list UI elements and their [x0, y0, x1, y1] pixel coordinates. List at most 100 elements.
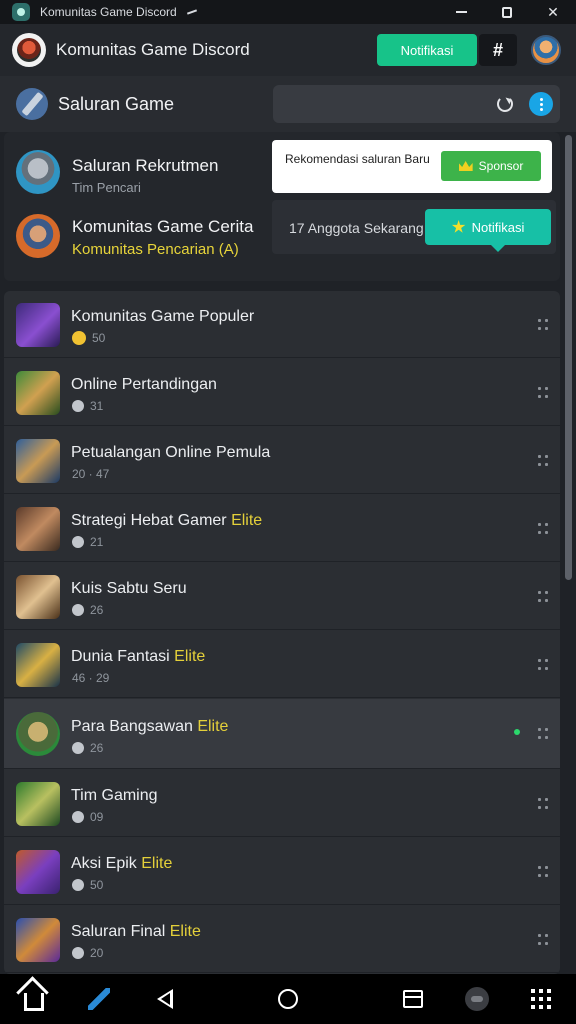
channel-meta: 21: [72, 535, 103, 549]
channel-list: Komunitas Game Populer 50 Online Pertand…: [4, 291, 560, 974]
list-item[interactable]: Aksi Epik Elite 50: [4, 838, 560, 905]
shield-icon: [72, 536, 84, 548]
home-icon: [24, 993, 44, 1011]
user-avatar[interactable]: [531, 35, 561, 65]
featured-item[interactable]: Saluran Rekrutmen Tim Pencari: [4, 138, 304, 202]
channel-name: Kuis Sabtu Seru: [71, 580, 187, 597]
sponsor-label: Sponsor: [478, 159, 524, 173]
channel-thumbnail: [16, 643, 60, 687]
featured-item-name: Komunitas Game Cerita: [72, 217, 254, 236]
channel-meta: 50: [72, 331, 105, 345]
gamepad-button[interactable]: [462, 984, 492, 1014]
drag-handle-icon[interactable]: [538, 659, 550, 671]
server-logo[interactable]: [12, 33, 46, 67]
list-item[interactable]: Online Pertandingan 31: [4, 359, 560, 426]
sponsor-button[interactable]: Sponsor: [441, 151, 541, 181]
server-name: Komunitas Game Discord: [56, 40, 250, 59]
refresh-icon[interactable]: [497, 96, 513, 112]
apps-button[interactable]: [526, 984, 556, 1014]
channel-name: Komunitas Game Populer: [71, 308, 255, 325]
search-input[interactable]: [273, 85, 560, 123]
list-item[interactable]: Saluran Final Elite 20: [4, 906, 560, 973]
system-nav-bar: [0, 974, 576, 1024]
channel-name: Para Bangsawan Elite: [71, 718, 229, 735]
drag-handle-icon[interactable]: [538, 455, 550, 467]
channel-meta: 50: [72, 878, 103, 892]
channel-meta: 26: [72, 603, 103, 617]
app-header: Komunitas Game Discord Notifikasi #: [0, 24, 576, 76]
channel-hash-button[interactable]: #: [479, 34, 517, 66]
channel-meta: 20 · 47: [72, 467, 110, 481]
back-icon: [157, 989, 173, 1009]
channel-name: Saluran Final Elite: [71, 923, 201, 940]
more-options-button[interactable]: [529, 92, 553, 116]
notify-button[interactable]: Notifikasi: [377, 34, 477, 66]
shield-icon: [72, 604, 84, 616]
back-button[interactable]: [150, 984, 180, 1014]
channel-meta: 26: [72, 741, 103, 755]
featured-item[interactable]: Komunitas Game Cerita Komunitas Pencaria…: [4, 204, 304, 268]
channel-meta: 31: [72, 399, 103, 413]
recents-button[interactable]: [398, 984, 428, 1014]
circle-icon: [278, 989, 298, 1009]
list-item[interactable]: Strategi Hebat Gamer Elite 21: [4, 495, 560, 562]
drag-handle-icon[interactable]: [538, 523, 550, 535]
minimize-button[interactable]: [438, 0, 484, 24]
apps-grid-icon: [531, 989, 551, 1009]
channel-name: Petualangan Online Pemula: [71, 444, 271, 461]
shield-icon: [72, 742, 84, 754]
shield-icon: [72, 947, 84, 959]
notification-button[interactable]: Notifikasi: [425, 209, 551, 252]
channel-meta: 20: [72, 946, 103, 960]
drag-handle-icon[interactable]: [538, 728, 550, 740]
popover-text: Rekomendasi saluran Baru: [285, 152, 430, 166]
channel-thumbnail: [16, 371, 60, 415]
avatar: [16, 214, 60, 258]
crown-icon: [458, 161, 473, 171]
logo-icon: [17, 38, 41, 62]
title-bar: Komunitas Game Discord ✕: [0, 0, 576, 24]
online-indicator-icon: [514, 729, 520, 735]
list-item[interactable]: Kuis Sabtu Seru 26: [4, 563, 560, 630]
list-item[interactable]: Petualangan Online Pemula 20 · 47: [4, 427, 560, 494]
channel-name: Tim Gaming: [71, 787, 158, 804]
channel-name: Strategi Hebat Gamer Elite: [71, 512, 263, 529]
home-button[interactable]: [19, 984, 49, 1014]
drag-handle-icon[interactable]: [538, 934, 550, 946]
channel-thumbnail: [16, 850, 60, 894]
list-item[interactable]: Komunitas Game Populer 50: [4, 291, 560, 358]
featured-item-name: Saluran Rekrutmen: [72, 156, 219, 175]
maximize-icon: [502, 6, 512, 18]
drag-handle-icon[interactable]: [538, 319, 550, 331]
app-icon: [12, 3, 30, 21]
channel-name: Dunia Fantasi Elite: [71, 648, 206, 665]
game-button[interactable]: [84, 984, 114, 1014]
drag-handle-icon[interactable]: [538, 387, 550, 399]
sword-icon: [88, 988, 110, 1010]
notification-label: Notifikasi: [471, 219, 525, 235]
channel-meta: 09: [72, 810, 103, 824]
section-header: Saluran Game: [0, 76, 576, 132]
channel-name: Aksi Epik Elite: [71, 855, 173, 872]
emoji-icon: [72, 331, 86, 345]
list-item[interactable]: Para Bangsawan Elite 26: [4, 699, 560, 769]
drag-handle-icon[interactable]: [538, 798, 550, 810]
channel-thumbnail: [16, 782, 60, 826]
channel-thumbnail: [16, 712, 60, 756]
drag-handle-icon[interactable]: [538, 591, 550, 603]
minimize-icon: [455, 11, 467, 13]
drag-handle-icon[interactable]: [538, 866, 550, 878]
close-button[interactable]: ✕: [530, 0, 576, 24]
scrollbar[interactable]: [565, 135, 572, 580]
home-circle-button[interactable]: [273, 984, 303, 1014]
pin-icon[interactable]: [186, 9, 197, 15]
list-item[interactable]: Dunia Fantasi Elite 46 · 29: [4, 631, 560, 698]
channel-thumbnail: [16, 575, 60, 619]
list-item[interactable]: Tim Gaming 09: [4, 770, 560, 837]
recents-icon: [403, 990, 423, 1008]
shield-icon: [72, 811, 84, 823]
recommendation-popover: Rekomendasi saluran Baru Sponsor: [272, 140, 552, 193]
featured-item-sub: Komunitas Pencarian (A): [72, 241, 239, 258]
maximize-button[interactable]: [484, 0, 530, 24]
avatar: [16, 150, 60, 194]
